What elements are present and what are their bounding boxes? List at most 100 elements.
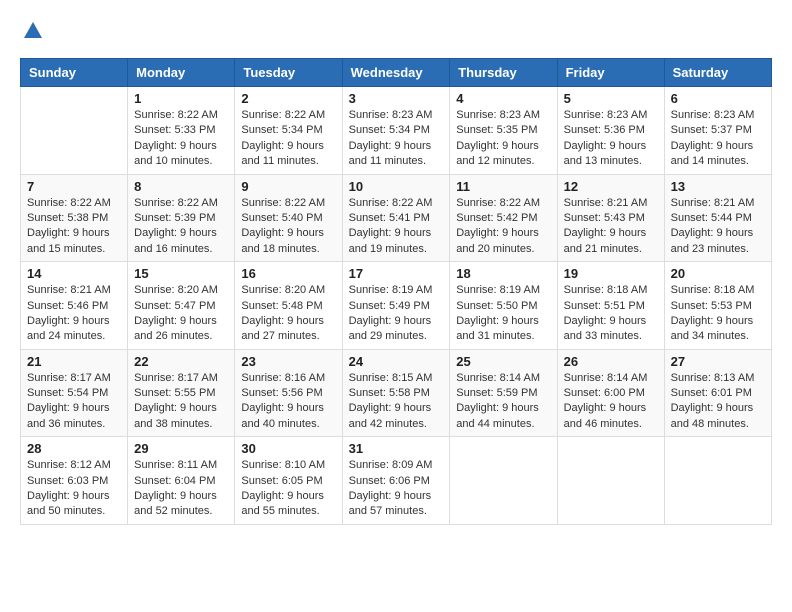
day-number: 7: [27, 179, 121, 194]
logo: [20, 20, 44, 42]
calendar-table: SundayMondayTuesdayWednesdayThursdayFrid…: [20, 58, 772, 525]
day-number: 22: [134, 354, 228, 369]
weekday-wednesday: Wednesday: [342, 59, 450, 87]
day-info: Sunrise: 8:17 AMSunset: 5:55 PMDaylight:…: [134, 371, 228, 433]
day-number: 23: [241, 354, 335, 369]
day-cell: 18Sunrise: 8:19 AMSunset: 5:50 PMDayligh…: [450, 262, 557, 350]
day-number: 15: [134, 266, 228, 281]
day-number: 14: [27, 266, 121, 281]
day-info: Sunrise: 8:23 AMSunset: 5:36 PMDaylight:…: [564, 108, 658, 170]
day-cell: 25 Sunrise: 8:14 AMSunset: 5:59 PMDayligh…: [450, 349, 557, 437]
day-info: Sunrise: 8:22 AMSunset: 5:38 PMDaylight:…: [27, 196, 121, 258]
day-cell: 4 Sunrise: 8:23 AMSunset: 5:35 PMDaylight…: [450, 87, 557, 175]
day-cell: 13 Sunrise: 8:21 AMSunset: 5:44 PMDayligh…: [664, 174, 771, 262]
day-info: Sunrise: 8:14 AMSunset: 5:59 PMDaylight:…: [456, 371, 550, 433]
week-row-2: 7 Sunrise: 8:22 AMSunset: 5:38 PMDaylight…: [21, 174, 772, 262]
day-info: Sunrise: 8:17 AMSunset: 5:54 PMDaylight:…: [27, 371, 121, 433]
day-cell: 11Sunrise: 8:22 AMSunset: 5:42 PMDayligh…: [450, 174, 557, 262]
day-cell: 1 Sunrise: 8:22 AMSunset: 5:33 PMDaylight…: [128, 87, 235, 175]
weekday-thursday: Thursday: [450, 59, 557, 87]
day-cell: [664, 437, 771, 525]
day-number: 6: [671, 91, 765, 106]
day-cell: 27 Sunrise: 8:13 AMSunset: 6:01 PMDayligh…: [664, 349, 771, 437]
day-cell: 30Sunrise: 8:10 AMSunset: 6:05 PMDayligh…: [235, 437, 342, 525]
day-number: 18: [456, 266, 550, 281]
day-info: Sunrise: 8:15 AMSunset: 5:58 PMDaylight:…: [349, 371, 444, 433]
day-info: Sunrise: 8:22 AMSunset: 5:41 PMDaylight:…: [349, 196, 444, 258]
day-cell: 28Sunrise: 8:12 AMSunset: 6:03 PMDayligh…: [21, 437, 128, 525]
day-cell: 21 Sunrise: 8:17 AMSunset: 5:54 PMDayligh…: [21, 349, 128, 437]
day-number: 12: [564, 179, 658, 194]
day-cell: 6 Sunrise: 8:23 AMSunset: 5:37 PMDaylight…: [664, 87, 771, 175]
day-info: Sunrise: 8:21 AMSunset: 5:44 PMDaylight:…: [671, 196, 765, 258]
day-cell: 29 Sunrise: 8:11 AMSunset: 6:04 PMDayligh…: [128, 437, 235, 525]
day-cell: [557, 437, 664, 525]
day-number: 10: [349, 179, 444, 194]
day-info: Sunrise: 8:21 AMSunset: 5:43 PMDaylight:…: [564, 196, 658, 258]
day-number: 25: [456, 354, 550, 369]
day-info: Sunrise: 8:20 AMSunset: 5:47 PMDaylight:…: [134, 283, 228, 345]
day-number: 17: [349, 266, 444, 281]
day-info: Sunrise: 8:21 AMSunset: 5:46 PMDaylight:…: [27, 283, 121, 345]
week-row-4: 21 Sunrise: 8:17 AMSunset: 5:54 PMDayligh…: [21, 349, 772, 437]
day-number: 26: [564, 354, 658, 369]
header: [20, 20, 772, 42]
week-row-3: 14 Sunrise: 8:21 AMSunset: 5:46 PMDayligh…: [21, 262, 772, 350]
weekday-friday: Friday: [557, 59, 664, 87]
day-info: Sunrise: 8:19 AMSunset: 5:49 PMDaylight:…: [349, 283, 444, 345]
day-cell: 7 Sunrise: 8:22 AMSunset: 5:38 PMDaylight…: [21, 174, 128, 262]
day-info: Sunrise: 8:22 AMSunset: 5:33 PMDaylight:…: [134, 108, 228, 170]
day-info: Sunrise: 8:11 AMSunset: 6:04 PMDaylight:…: [134, 458, 228, 520]
day-number: 1: [134, 91, 228, 106]
logo-icon: [22, 20, 44, 42]
weekday-sunday: Sunday: [21, 59, 128, 87]
day-cell: 19 Sunrise: 8:18 AMSunset: 5:51 PMDayligh…: [557, 262, 664, 350]
week-row-1: 1 Sunrise: 8:22 AMSunset: 5:33 PMDaylight…: [21, 87, 772, 175]
day-number: 13: [671, 179, 765, 194]
day-info: Sunrise: 8:23 AMSunset: 5:35 PMDaylight:…: [456, 108, 550, 170]
day-cell: 23 Sunrise: 8:16 AMSunset: 5:56 PMDayligh…: [235, 349, 342, 437]
day-info: Sunrise: 8:13 AMSunset: 6:01 PMDaylight:…: [671, 371, 765, 433]
day-number: 9: [241, 179, 335, 194]
day-number: 28: [27, 441, 121, 456]
day-cell: 26 Sunrise: 8:14 AMSunset: 6:00 PMDayligh…: [557, 349, 664, 437]
day-info: Sunrise: 8:22 AMSunset: 5:40 PMDaylight:…: [241, 196, 335, 258]
day-info: Sunrise: 8:22 AMSunset: 5:34 PMDaylight:…: [241, 108, 335, 170]
day-number: 3: [349, 91, 444, 106]
weekday-tuesday: Tuesday: [235, 59, 342, 87]
day-number: 21: [27, 354, 121, 369]
day-info: Sunrise: 8:10 AMSunset: 6:05 PMDaylight:…: [241, 458, 335, 520]
day-number: 31: [349, 441, 444, 456]
day-cell: 14 Sunrise: 8:21 AMSunset: 5:46 PMDayligh…: [21, 262, 128, 350]
day-info: Sunrise: 8:09 AMSunset: 6:06 PMDaylight:…: [349, 458, 444, 520]
day-cell: [21, 87, 128, 175]
day-number: 19: [564, 266, 658, 281]
day-cell: 12 Sunrise: 8:21 AMSunset: 5:43 PMDayligh…: [557, 174, 664, 262]
day-cell: 10 Sunrise: 8:22 AMSunset: 5:41 PMDayligh…: [342, 174, 450, 262]
day-number: 16: [241, 266, 335, 281]
day-info: Sunrise: 8:20 AMSunset: 5:48 PMDaylight:…: [241, 283, 335, 345]
day-cell: 3Sunrise: 8:23 AMSunset: 5:34 PMDaylight…: [342, 87, 450, 175]
day-cell: 17 Sunrise: 8:19 AMSunset: 5:49 PMDayligh…: [342, 262, 450, 350]
day-number: 8: [134, 179, 228, 194]
day-number: 11: [456, 179, 550, 194]
weekday-header-row: SundayMondayTuesdayWednesdayThursdayFrid…: [21, 59, 772, 87]
day-number: 20: [671, 266, 765, 281]
day-info: Sunrise: 8:23 AMSunset: 5:37 PMDaylight:…: [671, 108, 765, 170]
day-number: 5: [564, 91, 658, 106]
day-cell: 5 Sunrise: 8:23 AMSunset: 5:36 PMDaylight…: [557, 87, 664, 175]
day-number: 29: [134, 441, 228, 456]
day-number: 4: [456, 91, 550, 106]
day-cell: 20 Sunrise: 8:18 AMSunset: 5:53 PMDayligh…: [664, 262, 771, 350]
day-info: Sunrise: 8:18 AMSunset: 5:51 PMDaylight:…: [564, 283, 658, 345]
day-cell: 24Sunrise: 8:15 AMSunset: 5:58 PMDayligh…: [342, 349, 450, 437]
day-cell: 2Sunrise: 8:22 AMSunset: 5:34 PMDaylight…: [235, 87, 342, 175]
day-info: Sunrise: 8:18 AMSunset: 5:53 PMDaylight:…: [671, 283, 765, 345]
day-info: Sunrise: 8:22 AMSunset: 5:39 PMDaylight:…: [134, 196, 228, 258]
day-number: 27: [671, 354, 765, 369]
day-info: Sunrise: 8:14 AMSunset: 6:00 PMDaylight:…: [564, 371, 658, 433]
day-cell: 9 Sunrise: 8:22 AMSunset: 5:40 PMDaylight…: [235, 174, 342, 262]
day-info: Sunrise: 8:16 AMSunset: 5:56 PMDaylight:…: [241, 371, 335, 433]
day-cell: [450, 437, 557, 525]
day-cell: 8 Sunrise: 8:22 AMSunset: 5:39 PMDaylight…: [128, 174, 235, 262]
